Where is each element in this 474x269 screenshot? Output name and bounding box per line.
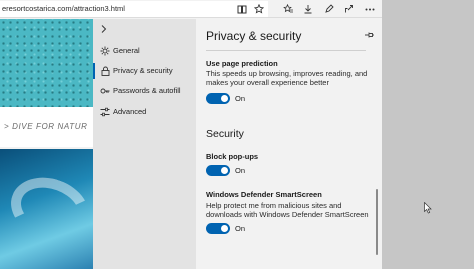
key-icon [99,85,111,97]
pin-icon[interactable] [364,31,374,41]
mouse-cursor-icon [424,202,432,214]
address-bar[interactable]: eresortcostarica.com/attraction3.html [0,1,268,17]
menu-item-general[interactable]: General [93,41,196,61]
menu-item-advanced[interactable]: Advanced [93,102,196,122]
menu-item-label: Privacy & security [113,66,173,75]
settings-panel: Privacy & security Use page prediction T… [196,19,382,269]
menu-item-label: Advanced [113,107,147,116]
reading-view-icon[interactable] [234,1,250,17]
share-icon[interactable] [341,1,357,17]
menu-item-label: Passwords & autofill [113,86,181,95]
gear-icon [99,45,111,57]
toggle-knob [221,167,228,174]
toggle-label: On [235,166,246,175]
toggle-knob [221,95,228,102]
toggle-knob [221,225,228,232]
sliders-icon [99,106,111,118]
setting-description: Help protect me from malicious sites and… [206,201,369,219]
menu-item-privacy-security[interactable]: Privacy & security [93,61,196,81]
favorite-star-icon[interactable] [251,1,267,17]
ink-pen-icon[interactable] [321,1,337,17]
section-title: Security [206,128,244,140]
ocean-image [0,149,96,269]
browser-toolbar: eresortcostarica.com/attraction3.html [0,0,382,18]
setting-description: This speeds up browsing, improves readin… [206,69,368,87]
banner-text: > DIVE FOR NATUR [4,122,88,131]
page-prediction-toggle[interactable] [206,93,230,104]
settings-menu: General Privacy & security Passwords & a… [93,19,196,269]
page-title: Privacy & security [206,29,302,43]
setting-heading: Block pop-ups [206,152,259,161]
panel-scrollbar[interactable] [376,189,378,255]
collapse-chevron-icon[interactable] [101,25,107,35]
toggle-label: On [235,94,246,103]
lock-icon [99,65,111,77]
menu-item-passwords-autofill[interactable]: Passwords & autofill [93,81,196,101]
title-divider [206,50,366,51]
menu-item-label: General [113,46,140,55]
more-icon[interactable] [362,1,378,17]
browser-window: eresortcostarica.com/attraction3.html > … [0,0,382,269]
downloads-icon[interactable] [300,1,316,17]
setting-heading: Windows Defender SmartScreen [206,190,322,199]
pattern-image [0,19,96,107]
block-popups-toggle[interactable] [206,165,230,176]
selection-indicator [93,63,95,79]
url-text[interactable]: eresortcostarica.com/attraction3.html [2,4,125,13]
web-page-content: > DIVE FOR NATUR [0,19,96,269]
smartscreen-toggle[interactable] [206,223,230,234]
setting-heading: Use page prediction [206,59,278,68]
toggle-label: On [235,224,246,233]
favorites-hub-icon[interactable] [280,1,296,17]
